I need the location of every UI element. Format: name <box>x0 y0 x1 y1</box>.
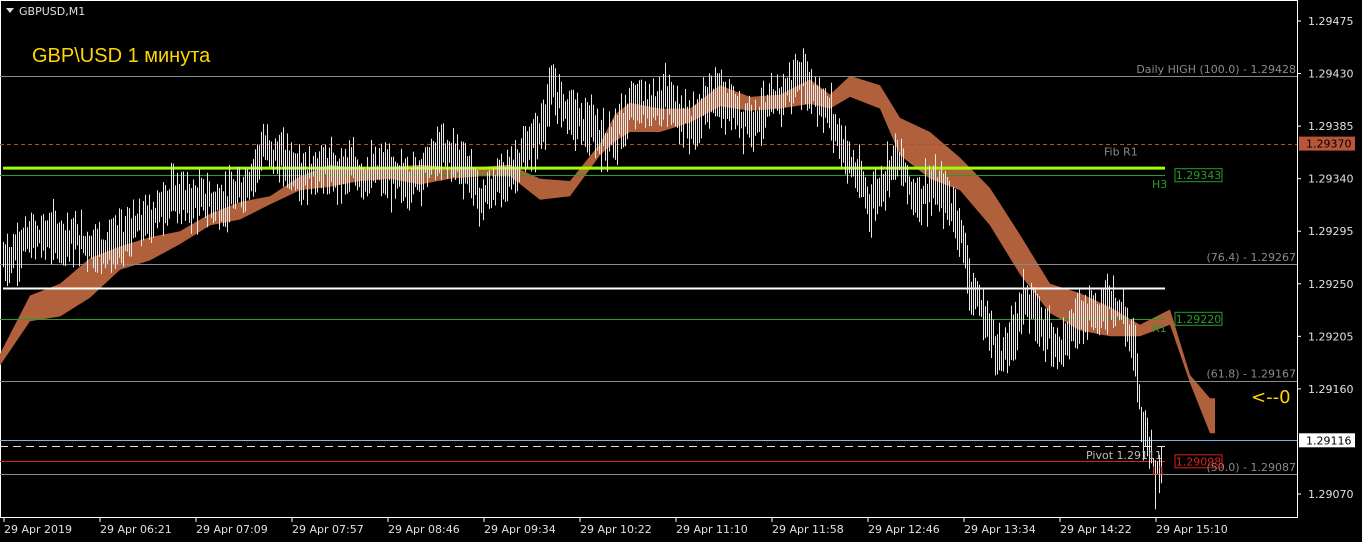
fib-61-label: (61.8) - 1.29167 <box>1206 368 1296 381</box>
symbol-title: GBPUSD,M1 <box>19 5 85 18</box>
h3-box-value: 1.29343 <box>1176 169 1222 182</box>
x-tick-label: 29 Apr 07:57 <box>292 523 364 536</box>
y-tick-label: 1.29340 <box>1308 173 1354 186</box>
time-axis: 29 Apr 2019 29 Apr 06:21 29 Apr 07:09 29 Ap… <box>3 517 1228 536</box>
y-tick-label: 1.29070 <box>1308 488 1354 501</box>
l1-box-value: 1.29098 <box>1176 455 1222 468</box>
y-tick-label: 1.29475 <box>1308 15 1354 28</box>
x-tick-label: 29 Apr 2019 <box>4 523 72 536</box>
x-tick-label: 29 Apr 15:10 <box>1156 523 1228 536</box>
x-tick-label: 29 Apr 11:58 <box>772 523 844 536</box>
ichimoku-cloud <box>0 75 1215 434</box>
daily-high-label: Daily HIGH (100.0) - 1.29428 <box>1136 63 1296 76</box>
arrow-label: <--0 <box>1251 387 1291 408</box>
chevron-down-icon[interactable] <box>6 8 14 13</box>
fib-r1-label: Fib R1 <box>1104 146 1138 159</box>
x-tick-label: 29 Apr 08:46 <box>388 523 460 536</box>
x-tick-label: 29 Apr 12:46 <box>868 523 940 536</box>
cloud-area <box>0 75 1215 434</box>
r1-label: R1 <box>1152 322 1167 335</box>
l1-label: L1 <box>1152 464 1165 477</box>
x-tick-label: 29 Apr 14:22 <box>1060 523 1132 536</box>
r1-box-value: 1.29220 <box>1176 313 1222 326</box>
y-tick-label: 1.29295 <box>1308 225 1354 238</box>
price-chart[interactable]: Daily HIGH (100.0) - 1.29428 Fib R1 (76.4)… <box>0 0 1362 542</box>
fib-price-tag-label: 1.29370 <box>1306 138 1352 151</box>
level-lines <box>0 76 1297 475</box>
y-tick-label: 1.29160 <box>1308 383 1354 396</box>
x-tick-label: 29 Apr 11:10 <box>676 523 748 536</box>
current-price-tag-label: 1.29116 <box>1306 434 1352 447</box>
y-tick-label: 1.29250 <box>1308 278 1354 291</box>
x-tick-label: 29 Apr 13:34 <box>964 523 1036 536</box>
pivot-label: Pivot 1.29111 <box>1086 449 1162 462</box>
x-tick-label: 29 Apr 09:34 <box>484 523 556 536</box>
price-axis: 1.29475 1.29430 1.29385 1.29340 1.29295 1.292… <box>1297 15 1355 501</box>
y-tick-label: 1.29205 <box>1308 330 1354 343</box>
level-labels: Daily HIGH (100.0) - 1.29428 Fib R1 (76.4)… <box>1086 63 1296 477</box>
y-tick-label: 1.29385 <box>1308 120 1354 133</box>
h3-label: H3 <box>1152 178 1167 191</box>
fib-76-label: (76.4) - 1.29267 <box>1206 251 1296 264</box>
x-tick-label: 29 Apr 06:21 <box>100 523 172 536</box>
x-tick-label: 29 Apr 07:09 <box>196 523 268 536</box>
x-tick-label: 29 Apr 10:22 <box>580 523 652 536</box>
chart-title: GBP\USD 1 минута <box>32 45 211 67</box>
y-tick-label: 1.29430 <box>1308 68 1354 81</box>
